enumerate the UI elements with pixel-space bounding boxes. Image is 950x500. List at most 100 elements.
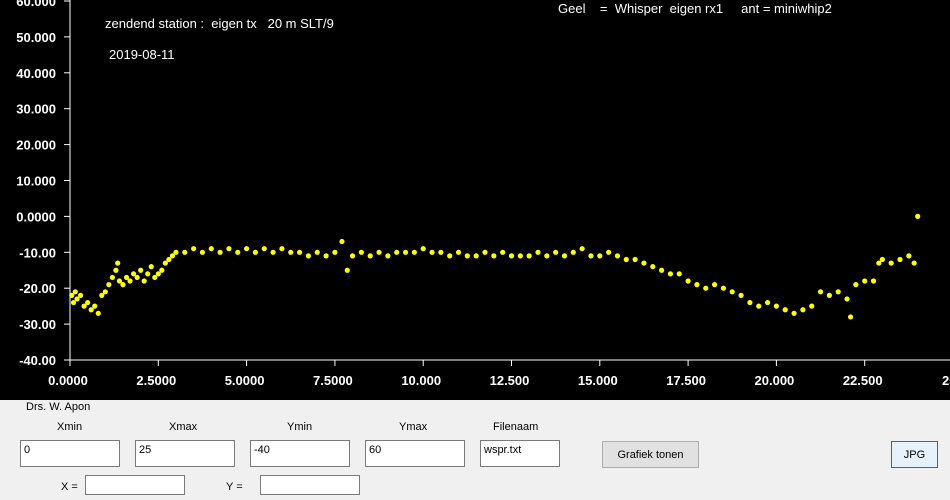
data-point — [252, 249, 259, 255]
data-point — [208, 246, 214, 252]
data-point — [385, 253, 391, 259]
data-point — [847, 314, 854, 320]
data-point — [756, 303, 762, 309]
data-point — [314, 249, 320, 255]
filename-input[interactable]: wspr.txt — [480, 440, 560, 467]
chart-date: 2019-08-11 — [109, 47, 175, 62]
data-point — [120, 282, 126, 288]
data-point — [95, 310, 101, 316]
y-tick-label: 0.0000 — [16, 209, 56, 224]
data-point — [535, 249, 541, 255]
data-point — [191, 246, 197, 252]
jpg-button[interactable]: JPG — [891, 441, 938, 468]
x-tick-label: 22.500 — [843, 373, 883, 388]
data-point — [429, 249, 435, 255]
data-point — [870, 278, 877, 284]
xmax-input[interactable]: 25 — [135, 440, 235, 467]
data-point — [482, 249, 488, 255]
data-point — [738, 292, 744, 298]
data-point — [579, 246, 585, 252]
data-point — [279, 246, 285, 252]
show-graph-button[interactable]: Grafiek tonen — [602, 441, 699, 468]
data-point — [508, 253, 515, 259]
data-point — [394, 249, 400, 255]
x-tick-label: 7.5000 — [313, 373, 353, 388]
data-point — [134, 274, 140, 281]
data-point — [261, 246, 267, 252]
y-tick-label: -40.00 — [19, 353, 56, 368]
y-tick-label: 50.000 — [16, 30, 56, 45]
data-point — [92, 303, 98, 309]
data-point — [517, 253, 523, 259]
data-point — [835, 289, 841, 295]
x-tick-label: 0.0000 — [48, 373, 88, 388]
data-point — [711, 282, 718, 288]
data-point — [159, 267, 165, 273]
data-point — [773, 303, 780, 309]
xmin-label: Xmin — [57, 421, 83, 433]
data-point — [376, 249, 382, 255]
data-point — [826, 292, 832, 298]
data-point — [464, 253, 470, 259]
data-point — [85, 299, 91, 306]
y-tick-label: -10.00 — [19, 245, 56, 260]
y-tick-label: -30.00 — [19, 317, 56, 332]
ymin-label: Ymin — [287, 421, 313, 433]
xmax-label: Xmax — [169, 421, 198, 433]
data-point — [455, 249, 462, 255]
data-point — [344, 267, 350, 273]
data-point — [911, 260, 917, 266]
data-point — [809, 303, 815, 309]
x-tick-label: 20.000 — [755, 373, 795, 388]
filename-label: Filenaam — [493, 421, 539, 433]
data-point — [561, 253, 568, 259]
data-point — [703, 285, 709, 291]
data-point — [888, 260, 894, 266]
data-point — [148, 264, 154, 270]
data-point — [270, 249, 276, 255]
y-tick-label: -20.00 — [19, 281, 56, 296]
data-point — [199, 249, 206, 255]
data-point — [77, 292, 84, 298]
x-tick-label: 25. — [942, 373, 950, 388]
data-point — [764, 299, 771, 306]
xmin-input[interactable]: 0 — [20, 440, 120, 467]
x-tick-label: 17.500 — [666, 373, 706, 388]
data-point — [844, 296, 850, 302]
data-point — [694, 282, 700, 288]
data-point — [141, 278, 147, 284]
ymax-input[interactable]: 60 — [365, 440, 465, 467]
x-tick-label: 10.000 — [401, 373, 441, 388]
data-point — [729, 289, 735, 295]
x-coordinate-field[interactable] — [85, 475, 185, 495]
data-point — [667, 271, 674, 277]
y-coordinate-field[interactable] — [260, 475, 360, 495]
data-point — [288, 249, 294, 255]
data-point — [402, 249, 409, 255]
x-tick-label: 12.500 — [490, 373, 530, 388]
data-point — [632, 256, 638, 263]
x-coordinate-label: X = — [61, 481, 78, 493]
data-point — [138, 267, 144, 273]
data-point — [641, 260, 647, 266]
data-point — [296, 249, 303, 255]
data-point — [588, 253, 594, 259]
data-point — [526, 253, 532, 259]
ymin-input[interactable]: -40 — [250, 440, 350, 467]
data-point — [659, 267, 665, 273]
data-point — [411, 249, 417, 255]
data-point — [323, 253, 329, 259]
y-coordinate-label: Y = — [226, 481, 243, 493]
data-point — [182, 249, 188, 255]
data-point — [853, 282, 859, 288]
data-point — [420, 246, 426, 252]
data-point — [358, 249, 364, 255]
data-point — [650, 264, 656, 270]
data-point — [623, 256, 629, 263]
y-tick-label: 30.000 — [16, 102, 56, 117]
data-point — [235, 249, 241, 255]
data-point — [145, 271, 151, 277]
author-label: Drs. W. Apon — [26, 401, 91, 413]
y-tick-label: 20.000 — [16, 138, 56, 153]
data-point — [339, 238, 345, 245]
